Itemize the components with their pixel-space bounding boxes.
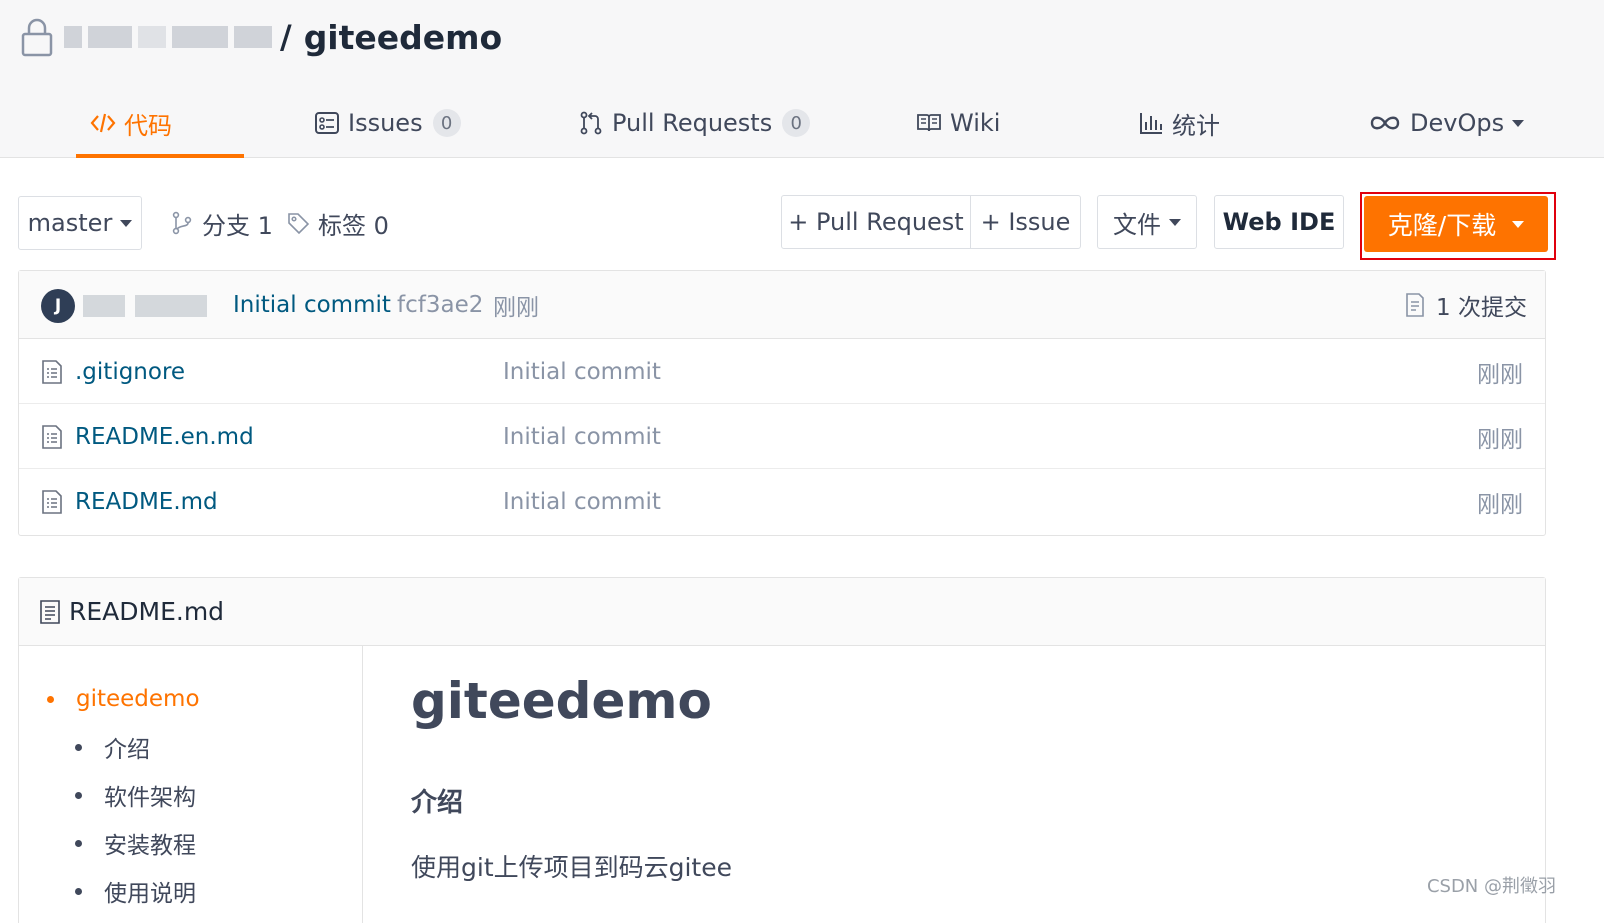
tags-link[interactable]: 标签 0 <box>286 196 389 250</box>
branch-select[interactable]: master <box>18 196 142 250</box>
tab-label: 统计 <box>1172 111 1220 140</box>
repo-tabs: 代码 Issues 0 Pull Requests 0 Wiki 统计 DevO… <box>18 88 1604 158</box>
tag-icon <box>288 213 310 235</box>
web-ide-label: Web IDE <box>1222 208 1336 236</box>
repo-header: / giteedemo 代码 Issues 0 Pull Requests 0 … <box>0 0 1604 158</box>
tab-code[interactable]: 代码 <box>76 88 244 158</box>
new-pull-request-button[interactable]: + Pull Request <box>781 195 971 249</box>
pull-requests-count-badge: 0 <box>782 109 811 137</box>
repo-name[interactable]: giteedemo <box>304 18 503 57</box>
bullet-icon <box>75 839 82 847</box>
bullet-icon <box>75 887 82 895</box>
chevron-down-icon <box>1512 119 1525 127</box>
toc-item[interactable]: 安装教程 <box>75 826 196 860</box>
code-icon <box>90 113 116 133</box>
latest-commit-bar: J Initial commit fcf3ae2 刚刚 1 次提交 <box>19 271 1545 339</box>
chevron-down-icon <box>120 219 133 227</box>
commit-count-label: 1 次提交 <box>1436 295 1527 321</box>
bullet-icon <box>75 743 82 751</box>
readme-filename[interactable]: README.md <box>69 597 224 626</box>
toc-item-label: 使用说明 <box>104 881 196 907</box>
table-row[interactable]: README.en.md Initial commit 刚刚 <box>19 404 1545 469</box>
tab-devops[interactable]: DevOps <box>1368 88 1525 158</box>
repo-title: / giteedemo <box>20 14 502 60</box>
readme-toc: giteedemo 介绍 软件架构 安装教程 使用说明 <box>19 646 363 923</box>
toc-item-label: 软件架构 <box>104 785 196 811</box>
infinity-icon <box>1370 116 1400 130</box>
file-icon <box>42 360 62 384</box>
readme-paragraph: 使用git上传项目到码云gitee <box>411 853 732 882</box>
file-commit-message[interactable]: Initial commit <box>503 339 661 404</box>
tab-label: Pull Requests <box>612 109 773 137</box>
commit-author-redacted[interactable] <box>83 295 217 319</box>
web-ide-button[interactable]: Web IDE <box>1214 195 1344 249</box>
clone-download-label: 克隆/下载 <box>1387 211 1497 240</box>
toc-item[interactable]: 介绍 <box>75 730 150 764</box>
file-icon <box>42 425 62 449</box>
pull-request-icon <box>580 111 602 135</box>
readme-heading: giteedemo <box>411 672 712 730</box>
branches-count: 分支 1 <box>202 211 273 240</box>
tab-label: Issues <box>348 109 423 137</box>
branches-link[interactable]: 分支 1 <box>170 196 273 250</box>
readme-header: README.md <box>19 578 1545 646</box>
readme-panel: README.md giteedemo 介绍 软件架构 安装教程 使用说明 gi… <box>18 577 1546 923</box>
toc-item-label: 安装教程 <box>104 833 196 859</box>
file-icon <box>42 490 62 514</box>
watermark: CSDN @荆徵羽 <box>1426 876 1556 897</box>
commits-icon <box>1406 293 1424 317</box>
toc-item[interactable]: giteedemo <box>47 682 200 716</box>
bullet-icon <box>75 791 82 799</box>
lock-icon <box>21 18 53 57</box>
readme-subheading: 介绍 <box>411 788 464 818</box>
tab-pull-requests[interactable]: Pull Requests 0 <box>578 88 811 158</box>
commit-message-link[interactable]: Initial commit <box>233 271 391 339</box>
file-commit-message[interactable]: Initial commit <box>503 404 661 469</box>
new-pull-request-label: + Pull Request <box>788 208 964 236</box>
clone-download-button[interactable]: 克隆/下载 <box>1364 196 1548 252</box>
chevron-down-icon <box>1169 218 1181 226</box>
chevron-down-icon <box>1512 220 1525 228</box>
tab-label: DevOps <box>1410 109 1505 137</box>
file-menu-label: 文件 <box>1113 210 1161 239</box>
toc-item-label: giteedemo <box>76 686 200 712</box>
file-commit-time: 刚刚 <box>1477 361 1523 388</box>
file-name-link[interactable]: README.md <box>75 469 218 534</box>
commit-count-link[interactable]: 1 次提交 <box>1404 271 1527 339</box>
avatar[interactable]: J <box>41 289 75 323</box>
tab-label: Wiki <box>950 109 1001 137</box>
owner-name-redacted[interactable] <box>64 22 274 52</box>
repo-separator: / <box>280 18 292 56</box>
file-menu-button[interactable]: 文件 <box>1097 195 1197 249</box>
file-icon <box>40 599 60 624</box>
wiki-book-icon <box>917 114 941 132</box>
commit-time: 刚刚 <box>493 295 539 321</box>
tags-count: 标签 0 <box>318 211 389 240</box>
tab-wiki[interactable]: Wiki <box>916 88 1000 158</box>
tab-label: 代码 <box>124 111 172 140</box>
issues-count-badge: 0 <box>432 109 461 137</box>
bar-chart-icon <box>1140 113 1162 134</box>
file-commit-time: 刚刚 <box>1477 426 1523 453</box>
table-row[interactable]: .gitignore Initial commit 刚刚 <box>19 339 1545 404</box>
issues-icon <box>315 112 339 134</box>
file-name-link[interactable]: README.en.md <box>75 404 254 469</box>
table-row[interactable]: README.md Initial commit 刚刚 <box>19 469 1545 534</box>
toc-item[interactable]: 软件架构 <box>75 778 196 812</box>
new-issue-label: + Issue <box>980 208 1071 236</box>
branch-icon <box>172 211 192 235</box>
toc-item-label: 介绍 <box>104 737 150 763</box>
toc-item[interactable]: 使用说明 <box>75 874 196 908</box>
branch-label: master <box>27 209 113 237</box>
tab-stats[interactable]: 统计 <box>1138 88 1220 158</box>
file-commit-message[interactable]: Initial commit <box>503 469 661 534</box>
new-issue-button[interactable]: + Issue <box>970 195 1081 249</box>
commit-sha-link[interactable]: fcf3ae2 <box>397 271 483 339</box>
file-commit-time: 刚刚 <box>1477 491 1523 518</box>
file-list: J Initial commit fcf3ae2 刚刚 1 次提交 .gitig… <box>18 270 1546 536</box>
bullet-icon <box>47 695 54 703</box>
file-name-link[interactable]: .gitignore <box>75 339 185 404</box>
tab-issues[interactable]: Issues 0 <box>314 88 461 158</box>
